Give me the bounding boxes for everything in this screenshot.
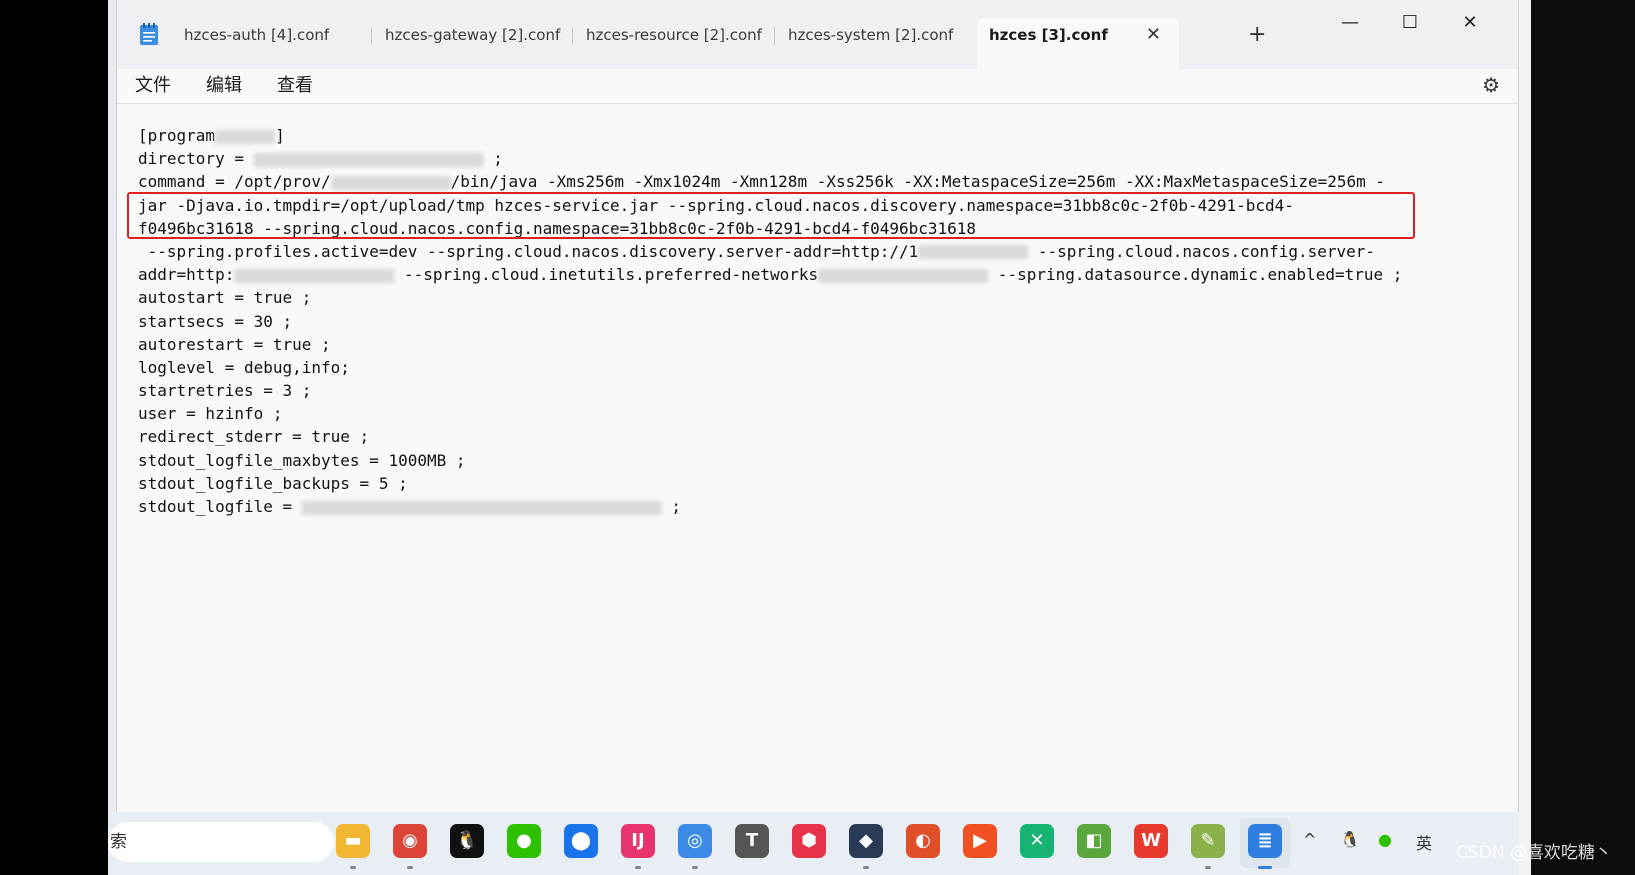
editor-line: stdout_logfile_backups = 5 ; [138,473,408,493]
running-indicator [863,866,869,869]
tab-label: hzces-gateway [2].conf [385,26,561,44]
text-editor[interactable]: [program] directory = ; command = /opt/pro… [117,103,1518,812]
redacted-text [330,175,451,190]
wechat-tray-icon[interactable]: ● [1378,830,1392,849]
tab-hzces-active[interactable]: hzces [3].conf ✕ [977,18,1179,69]
editor-line: directory = ; [138,149,503,169]
running-indicator [635,866,641,869]
tab-separator [774,27,775,45]
cat-icon[interactable]: ◆ [849,824,883,858]
running-indicator [350,866,356,869]
editor-line: autostart = true ; [138,288,312,308]
editor-line: redirect_stderr = true ; [138,427,370,447]
editor-line: command = /opt/prov//bin/java -Xms256m -… [138,172,1386,192]
search-box[interactable]: 索 [108,822,334,862]
menu-view[interactable]: 查看 [277,73,313,99]
tab-hzces-auth[interactable]: hzces-auth [4].conf [172,18,372,52]
redacted-text [918,245,1029,260]
tab-label: hzces-auth [4].conf [184,26,330,44]
watermark: CSDN @喜欢吃糖丶 [1456,843,1612,863]
editor-line: stdout_logfile = ; [138,497,682,516]
background-right [1519,0,1635,875]
tab-separator [572,27,573,45]
chevron-up-icon[interactable]: ^ [1303,830,1316,849]
running-indicator [1258,866,1272,869]
menu-edit[interactable]: 编辑 [206,73,242,99]
tab-separator [371,27,372,45]
editor-line: autorestart = true ; [138,334,331,354]
xmind-icon[interactable]: ✕ [1020,824,1054,858]
shell-icon[interactable]: ◐ [906,824,940,858]
notepadpp-icon[interactable]: ✎ [1191,824,1225,858]
player-icon[interactable]: ▶ [963,824,997,858]
new-tab-button[interactable]: + [1248,22,1266,48]
editor-line: startsecs = 30 ; [138,311,293,331]
editor-line: [program] [138,126,285,145]
maximize-button[interactable]: ☐ [1390,10,1430,36]
gear-icon[interactable]: ⚙ [1482,73,1500,97]
wps-icon[interactable]: W [1134,824,1168,858]
running-indicator [407,866,413,869]
close-icon[interactable]: ✕ [1146,18,1161,52]
ime-indicator[interactable]: 英 [1416,830,1432,854]
tab-hzces-gateway[interactable]: hzces-gateway [2].conf [373,18,573,52]
tab-label: hzces [3].conf [989,26,1108,44]
background-left [0,0,108,875]
menu-file[interactable]: 文件 [135,73,171,99]
editor-line: addr=http: --spring.cloud.inetutils.pref… [138,265,1403,285]
tab-hzces-system[interactable]: hzces-system [2].conf [776,18,976,52]
highlight-box [127,192,1415,239]
qq-tray-icon[interactable]: 🐧 [1340,830,1360,849]
running-indicator [692,866,698,869]
desktop: hzces-auth [4].conf hzces-gateway [2].co… [0,0,1635,875]
redacted-text [301,500,662,515]
title-bar: hzces-auth [4].conf hzces-gateway [2].co… [117,0,1518,69]
maps-icon[interactable]: ⬤ [564,824,598,858]
close-window-button[interactable]: ✕ [1450,10,1490,36]
typora-icon[interactable]: T [735,824,769,858]
search-text: 索 [110,832,127,852]
minimize-button[interactable]: — [1330,10,1370,36]
tab-label: hzces-system [2].conf [788,26,954,44]
editor-line: loglevel = debug,info; [138,357,350,377]
file-explorer-icon[interactable]: ▬ [336,824,370,858]
notepad-icon[interactable]: ≣ [1248,824,1282,858]
wechat-icon[interactable]: ● [507,824,541,858]
chrome-icon[interactable]: ◉ [393,824,427,858]
browser-icon[interactable]: ◎ [678,824,712,858]
app-red-icon[interactable]: ⬢ [792,824,826,858]
tab-label: hzces-resource [2].conf [586,26,762,44]
background-right-panel [1519,0,1531,875]
redacted-text [215,129,276,144]
notepad-window: hzces-auth [4].conf hzces-gateway [2].co… [116,0,1519,812]
editor-line: startretries = 3 ; [138,381,312,401]
notepad-app-icon [140,23,158,45]
redacted-text [253,152,484,167]
redacted-text [818,268,989,283]
editor-line: --spring.profiles.active=dev --spring.cl… [138,241,1376,261]
menu-bar: 文件 编辑 查看 ⚙ [117,69,1518,103]
editor-content[interactable]: [program] directory = ; command = /opt/pro… [138,124,1402,518]
app-green-icon[interactable]: ◧ [1077,824,1111,858]
taskbar: 索 ▬ ◉ 🐧 ● ⬤ IJ ◎ T ⬢ ◆ ◐ ▶ ✕ ◧ W ✎ ≣ ^ 🐧 ● 英 [108,812,1519,875]
running-indicator [1205,866,1211,869]
tab-hzces-resource[interactable]: hzces-resource [2].conf [574,18,775,52]
qq-icon[interactable]: 🐧 [450,824,484,858]
redacted-text [234,268,395,283]
editor-line: user = hzinfo ; [138,404,283,424]
intellij-icon[interactable]: IJ [621,824,655,858]
editor-line: stdout_logfile_maxbytes = 1000MB ; [138,450,466,470]
